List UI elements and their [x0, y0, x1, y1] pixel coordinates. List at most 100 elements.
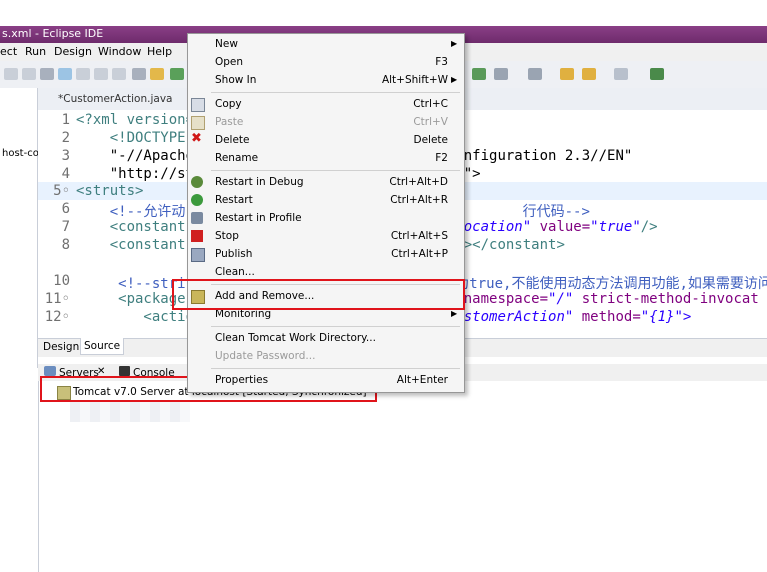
submenu-arrow-icon: ▶: [451, 309, 458, 318]
menu-item-stop[interactable]: Stop: [215, 230, 239, 242]
code-token: />: [640, 219, 658, 235]
submenu-arrow-icon: ▶: [451, 39, 458, 48]
toolbar-icon[interactable]: [22, 68, 36, 80]
menu-shortcut: F3: [435, 56, 448, 68]
menu-shortcut: Ctrl+Alt+P: [391, 248, 448, 260]
menu-item-restart-in-profile[interactable]: Restart in Profile: [215, 212, 302, 224]
code-line: <?xml version=: [76, 112, 194, 128]
code-token: <!--stri: [76, 276, 186, 292]
toolbar-icon[interactable]: [4, 68, 18, 80]
menu-item-delete[interactable]: Delete: [215, 134, 250, 146]
publish-icon: [191, 248, 205, 262]
code-line: <!DOCTYPE: [76, 130, 194, 146]
toolbar-icon[interactable]: [150, 68, 164, 80]
debug-icon: [191, 176, 203, 188]
menu-help[interactable]: Help: [147, 45, 172, 58]
toolbar-icon[interactable]: [472, 68, 486, 80]
menu-separator: [211, 92, 460, 93]
code-token: <package: [76, 291, 186, 307]
code-token: <constant: [76, 219, 186, 235]
tab-source[interactable]: Source: [80, 338, 125, 355]
line-number: 3: [61, 148, 70, 164]
toolbar-icon[interactable]: [58, 68, 72, 80]
menu-item-update-password[interactable]: Update Password...: [215, 350, 315, 362]
menu-item-restart-in-debug[interactable]: Restart in Debug: [215, 176, 304, 188]
run-icon: [191, 194, 203, 206]
code-token: <!--允许动: [76, 204, 186, 220]
menu-item-publish[interactable]: Publish: [215, 248, 252, 260]
menu-shortcut: Ctrl+Alt+S: [390, 230, 448, 242]
menu-item-clean[interactable]: Clean...: [215, 266, 255, 278]
prev-edit-icon[interactable]: [582, 68, 596, 80]
toolbar-icon[interactable]: [76, 68, 90, 80]
delete-icon: ✖: [191, 131, 202, 146]
menu-item-clean-tomcat-work-directory[interactable]: Clean Tomcat Work Directory...: [215, 332, 376, 344]
code-token: <?xml version=: [76, 112, 195, 128]
menu-shortcut: F2: [435, 152, 448, 164]
menu-item-open[interactable]: Open: [215, 56, 243, 68]
copy-icon: [191, 98, 205, 112]
blurred-region: [70, 400, 190, 422]
menu-item-new[interactable]: New: [215, 38, 238, 50]
menu-item-paste[interactable]: Paste: [215, 116, 243, 128]
perspective-icon[interactable]: [650, 68, 664, 80]
menu-item-copy[interactable]: Copy: [215, 98, 242, 110]
stop-icon: [191, 230, 203, 242]
back-icon[interactable]: [560, 68, 574, 80]
menu-shortcut: Ctrl+C: [413, 98, 448, 110]
menu-run[interactable]: Run: [25, 45, 46, 58]
menu-shortcut: Alt+Enter: [396, 374, 448, 386]
toolbar-icon[interactable]: [170, 68, 184, 80]
menu-item-properties[interactable]: Properties: [215, 374, 268, 386]
menu-item-rename[interactable]: Rename: [215, 152, 258, 164]
menu-item-restart[interactable]: Restart: [215, 194, 253, 206]
code-token: "{1}">: [640, 309, 692, 325]
menu-shortcut: Ctrl+Alt+D: [389, 176, 448, 188]
top-area: [0, 0, 767, 26]
code-token: method=: [573, 309, 641, 325]
code-token: <!DOCTYPE: [76, 130, 195, 146]
console-icon: [119, 366, 130, 376]
project-explorer: [0, 88, 38, 368]
paste-icon: [191, 116, 205, 130]
toolbar-icon[interactable]: [494, 68, 508, 80]
code-token: <struts>: [76, 183, 144, 199]
toolbar-icon[interactable]: [112, 68, 126, 80]
window-title: s.xml - Eclipse IDE: [2, 27, 104, 40]
menu-shortcut: Alt+Shift+W: [381, 74, 448, 86]
menu-item-show-in[interactable]: Show In: [215, 74, 256, 86]
tab-design[interactable]: Design: [43, 341, 79, 353]
menu-window[interactable]: Window: [98, 45, 141, 58]
code-token: "/": [548, 291, 574, 307]
menu-project[interactable]: ect: [0, 45, 17, 58]
line-number: 6: [61, 201, 70, 217]
profile-icon: [191, 212, 203, 224]
toolbar-icon[interactable]: [528, 68, 542, 80]
line-number: 5◦: [53, 183, 70, 199]
code-token: "-//Apache: [76, 148, 195, 164]
tab-customer-action[interactable]: *CustomerAction.java: [58, 93, 172, 105]
toolbar-icon[interactable]: [132, 68, 146, 80]
code-line: <struts>: [76, 183, 143, 199]
toolbar-icon[interactable]: [40, 68, 54, 80]
menu-separator: [211, 170, 460, 171]
highlight-add-remove: [172, 279, 465, 310]
line-number: 11◦: [44, 291, 70, 307]
line-number: 2: [61, 130, 70, 146]
code-token: "true": [590, 219, 641, 235]
menu-separator: [211, 368, 460, 369]
project-item[interactable]: host-co: [2, 148, 39, 159]
toolbar-icon[interactable]: [94, 68, 108, 80]
code-token: strict-method-invocat: [573, 291, 759, 307]
menu-separator: [211, 326, 460, 327]
servers-icon: [44, 366, 56, 376]
line-number: 10: [53, 273, 70, 289]
line-number: 7: [61, 219, 70, 235]
code-token: namespace=: [455, 291, 549, 307]
line-number: 12◦: [44, 309, 70, 325]
line-number: 1: [61, 112, 70, 128]
line-number: 4: [61, 166, 70, 182]
line-number: 8: [61, 237, 70, 253]
menu-design[interactable]: Design: [54, 45, 92, 58]
forward-icon[interactable]: [614, 68, 628, 80]
